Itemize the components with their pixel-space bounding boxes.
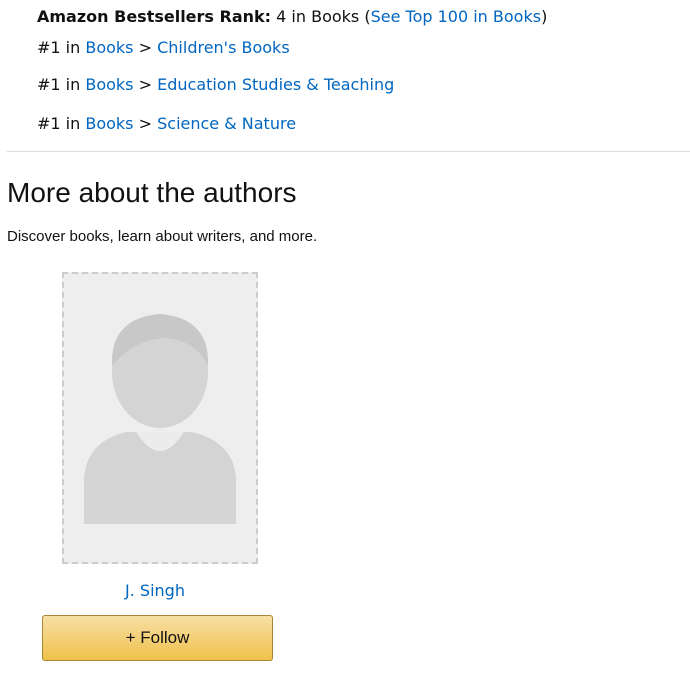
- sub-rank-item: #1 in Books > Science & Nature: [37, 113, 296, 135]
- sub-rank-position: #1 in: [37, 114, 81, 133]
- sub-rank-separator: >: [138, 114, 153, 133]
- sub-rank-item: #1 in Books > Children's Books: [37, 37, 290, 59]
- author-card: J. Singh: [62, 272, 258, 600]
- see-top-100-link[interactable]: See Top 100 in Books: [371, 7, 541, 26]
- sub-rank-category-link[interactable]: Books: [85, 38, 133, 57]
- bestsellers-rank-value: 4 in Books: [276, 7, 360, 26]
- sub-rank-subcategory-link[interactable]: Education Studies & Teaching: [157, 75, 394, 94]
- section-title: More about the authors: [7, 177, 297, 208]
- author-photo[interactable]: [62, 272, 258, 564]
- follow-button[interactable]: + Follow: [42, 615, 273, 661]
- author-name-link[interactable]: J. Singh: [62, 580, 248, 602]
- sub-rank-subcategory-link[interactable]: Children's Books: [157, 38, 290, 57]
- close-paren: ): [541, 7, 548, 26]
- sub-rank-category-link[interactable]: Books: [85, 114, 133, 133]
- sub-rank-item: #1 in Books > Education Studies & Teachi…: [37, 74, 394, 96]
- person-silhouette-icon: [84, 314, 236, 524]
- section-divider: [7, 151, 690, 152]
- sub-rank-separator: >: [138, 75, 153, 94]
- sub-rank-category-link[interactable]: Books: [85, 75, 133, 94]
- sub-rank-position: #1 in: [37, 75, 81, 94]
- bestsellers-rank-label: Amazon Bestsellers Rank:: [37, 7, 272, 26]
- sub-rank-position: #1 in: [37, 38, 81, 57]
- section-subtitle: Discover books, learn about writers, and…: [7, 228, 318, 245]
- sub-rank-subcategory-link[interactable]: Science & Nature: [157, 114, 296, 133]
- sub-rank-separator: >: [138, 38, 153, 57]
- bestsellers-rank: Amazon Bestsellers Rank: 4 in Books (See…: [37, 6, 547, 28]
